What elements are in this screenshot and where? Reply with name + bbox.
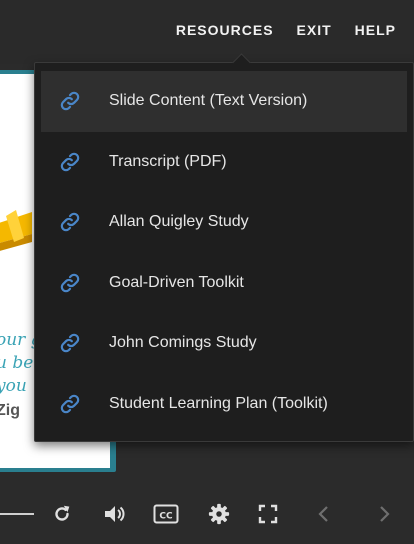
- resource-label: Transcript (PDF): [109, 152, 227, 170]
- resources-list: Slide Content (Text Version) Transcript …: [41, 71, 407, 434]
- nav-help[interactable]: HELP: [355, 22, 396, 38]
- chevron-left-icon: [318, 506, 328, 522]
- resource-label: Goal-Driven Toolkit: [109, 273, 244, 291]
- previous-slide-button[interactable]: [310, 500, 338, 528]
- slide-title-graphic: [0, 210, 32, 251]
- link-icon: [57, 270, 83, 296]
- slide-quote-author: Zig: [0, 402, 20, 419]
- volume-button[interactable]: [100, 500, 128, 528]
- resource-label: Slide Content (Text Version): [109, 92, 308, 110]
- resource-allan-quigley-study[interactable]: Allan Quigley Study: [41, 192, 407, 253]
- resource-goal-driven-toolkit[interactable]: Goal-Driven Toolkit: [41, 253, 407, 314]
- chevron-right-icon: [380, 506, 390, 522]
- resource-label: Student Learning Plan (Toolkit): [109, 394, 328, 412]
- resource-student-learning-plan[interactable]: Student Learning Plan (Toolkit): [41, 374, 407, 435]
- resource-label: Allan Quigley Study: [109, 213, 249, 231]
- replay-button[interactable]: [48, 500, 76, 528]
- resource-slide-content[interactable]: Slide Content (Text Version): [41, 71, 407, 132]
- replay-icon: [55, 505, 70, 521]
- nav-resources[interactable]: RESOURCES: [176, 22, 274, 38]
- next-slide-button[interactable]: [370, 500, 398, 528]
- slide-quote-line: you: [0, 376, 27, 396]
- closed-captions-button[interactable]: CC: [152, 500, 180, 528]
- link-icon: [57, 330, 83, 356]
- link-icon: [57, 149, 83, 175]
- resources-dropdown: Slide Content (Text Version) Transcript …: [34, 53, 414, 442]
- fullscreen-button[interactable]: [254, 500, 282, 528]
- gear-icon: [208, 503, 230, 525]
- link-icon: [57, 209, 83, 235]
- top-bar: RESOURCES EXIT HELP: [0, 0, 414, 64]
- fullscreen-icon: [258, 504, 278, 524]
- resource-label: John Comings Study: [109, 334, 257, 352]
- link-icon: [57, 88, 83, 114]
- resource-john-comings-study[interactable]: John Comings Study: [41, 313, 407, 374]
- nav-exit[interactable]: EXIT: [297, 22, 332, 38]
- seek-bar[interactable]: [0, 513, 34, 515]
- volume-icon: [105, 506, 125, 522]
- svg-text:CC: CC: [159, 512, 173, 522]
- closed-captions-icon: CC: [153, 504, 179, 524]
- player-controls: CC: [0, 482, 414, 544]
- top-navigation: RESOURCES EXIT HELP: [153, 22, 396, 38]
- settings-button[interactable]: [205, 500, 233, 528]
- link-icon: [57, 391, 83, 417]
- resource-transcript[interactable]: Transcript (PDF): [41, 132, 407, 193]
